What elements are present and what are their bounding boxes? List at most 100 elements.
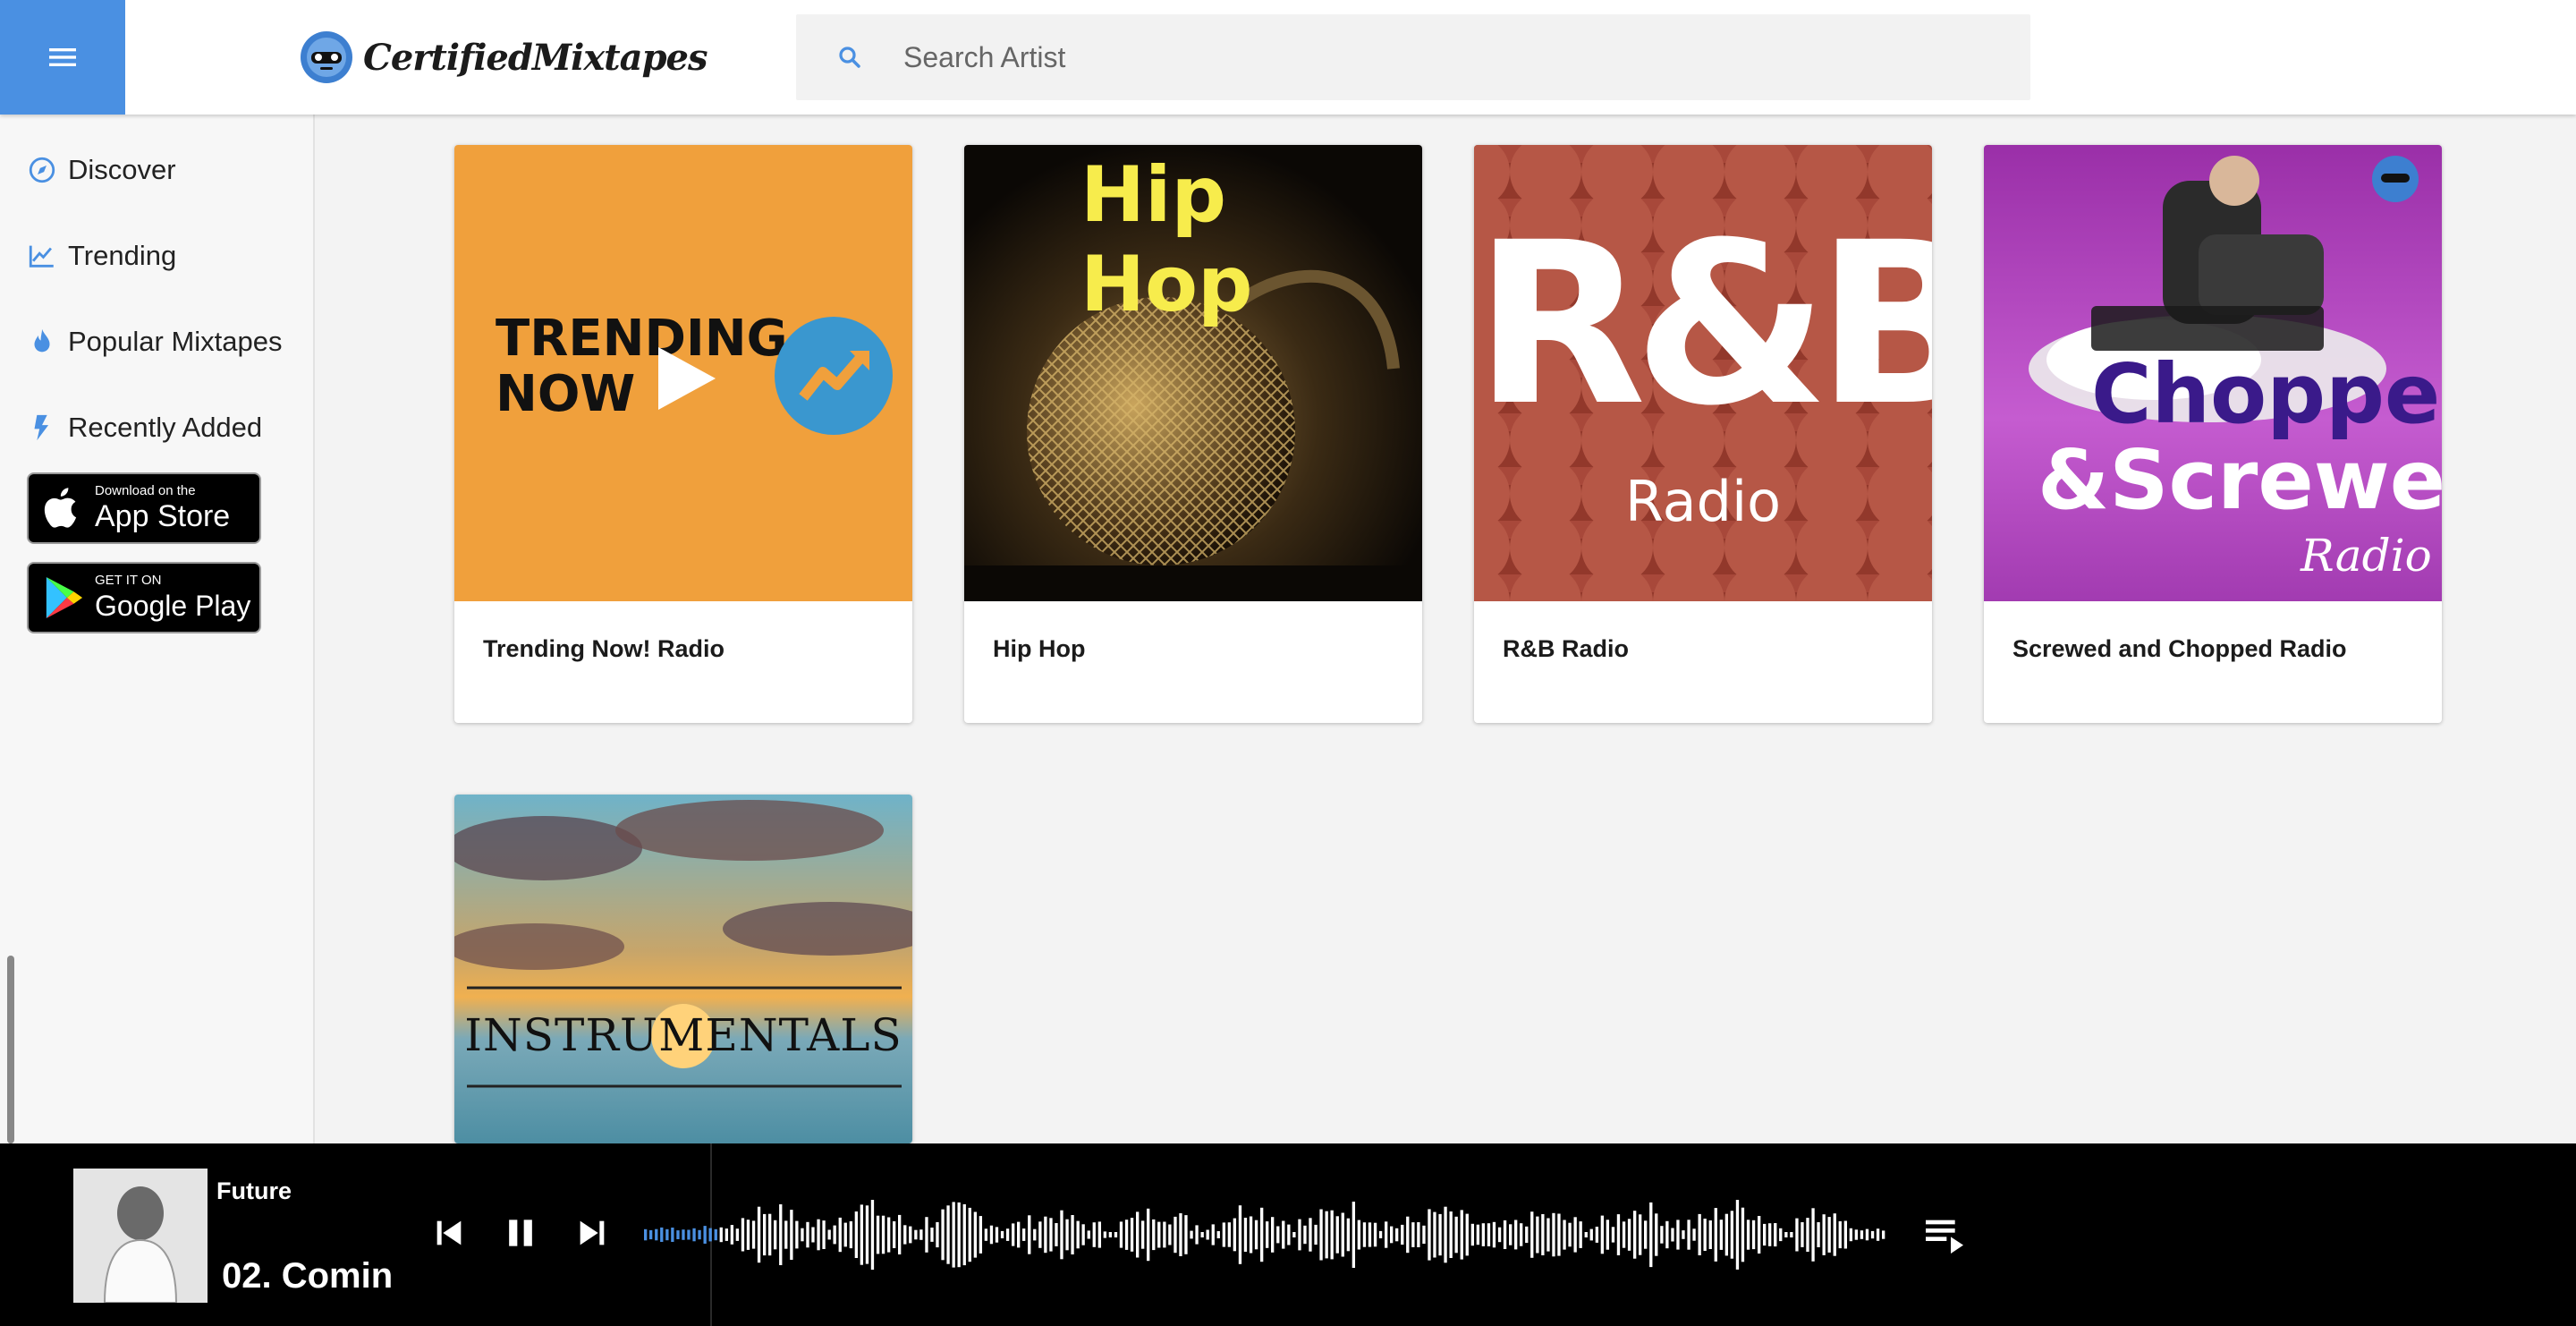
waveform-bar xyxy=(1660,1226,1664,1244)
waveform-bar xyxy=(1136,1211,1140,1258)
station-card-hip-hop[interactable]: Hip Hop Hip Hop xyxy=(964,145,1422,723)
apple-icon xyxy=(44,488,77,528)
station-card-rnb[interactable]: R&B Radio R&B Radio xyxy=(1474,145,1932,723)
waveform-bar xyxy=(1854,1229,1859,1240)
waveform-bar xyxy=(1346,1218,1351,1252)
station-card-trending[interactable]: TRENDING NOW Trending Now! Radio xyxy=(454,145,912,723)
logo-text: CertifiedMixtapes xyxy=(363,36,708,79)
logo-mascot-icon xyxy=(301,31,352,83)
waveform-bar xyxy=(1465,1213,1469,1256)
waveform-bar xyxy=(1698,1213,1701,1255)
sunset-image xyxy=(454,800,912,1088)
waveform-bar xyxy=(962,1203,966,1266)
waveform-bar xyxy=(1492,1221,1496,1248)
waveform-bar xyxy=(1147,1208,1150,1262)
google-play-badge[interactable]: GET IT ON Google Play xyxy=(27,562,261,633)
waveform-bar xyxy=(1055,1223,1058,1246)
waveform-bar xyxy=(1017,1221,1021,1248)
waveform-bar xyxy=(1557,1213,1561,1256)
waveform-bar xyxy=(979,1216,983,1254)
waveform-bar xyxy=(671,1228,674,1242)
app-store-badge[interactable]: Download on the App Store xyxy=(27,472,261,544)
waveform-bar xyxy=(854,1211,859,1258)
waveform-bar xyxy=(1260,1207,1264,1262)
waveform-bar xyxy=(1536,1216,1539,1254)
waveform-bar xyxy=(1811,1208,1815,1262)
pause-button[interactable] xyxy=(494,1206,547,1260)
waveform-bar xyxy=(1509,1224,1513,1245)
waveform-bar xyxy=(1882,1230,1885,1239)
scrollbar-thumb[interactable] xyxy=(7,956,14,1143)
waveform-bar xyxy=(1049,1218,1053,1252)
station-card-instrumentals[interactable]: INSTRUMENTALS xyxy=(454,795,912,1143)
waveform-bar xyxy=(860,1204,864,1265)
waveform-bar xyxy=(811,1227,815,1243)
art-text-trending: TRENDING xyxy=(496,310,788,368)
sidebar-item-label: Popular Mixtapes xyxy=(68,326,283,357)
waveform-bar xyxy=(644,1228,648,1241)
waveform-bar xyxy=(1746,1220,1750,1250)
waveform-bar xyxy=(1714,1208,1717,1262)
previous-button[interactable] xyxy=(422,1206,476,1260)
waveform-bar xyxy=(806,1221,809,1248)
waveform-bar xyxy=(682,1229,685,1240)
station-card-screwed-chopped[interactable]: Chopped &Screwed Radio Screwed and Chopp… xyxy=(1984,145,2442,723)
waveform-bar xyxy=(1481,1223,1486,1246)
waveform-bar xyxy=(779,1204,783,1265)
waveform-bar xyxy=(698,1229,701,1240)
queue-button[interactable] xyxy=(1919,1210,1970,1260)
waveform-bar xyxy=(1378,1230,1383,1238)
waveform-bar xyxy=(649,1229,653,1240)
waveform-bar xyxy=(909,1226,912,1244)
trend-arrow-icon xyxy=(775,317,893,435)
waveform-bar xyxy=(1243,1218,1248,1252)
waveform-seekbar[interactable] xyxy=(644,1190,1887,1279)
sidebar-item-label: Discover xyxy=(68,154,176,185)
sidebar-item-trending[interactable]: Trending xyxy=(27,240,176,272)
waveform-bar xyxy=(1433,1211,1436,1258)
sidebar-item-popular-mixtapes[interactable]: Popular Mixtapes xyxy=(27,326,283,358)
waveform-bar xyxy=(1708,1220,1712,1249)
waveform-bar xyxy=(941,1209,945,1261)
search-icon[interactable] xyxy=(796,14,903,100)
menu-button[interactable] xyxy=(0,0,125,115)
page-scrollbar[interactable] xyxy=(2558,115,2576,1143)
waveform-bar xyxy=(1152,1219,1156,1251)
waveform-bar xyxy=(893,1221,896,1248)
waveform-bar xyxy=(952,1202,955,1268)
waveform-bar xyxy=(1168,1224,1172,1245)
waveform-bar xyxy=(1282,1220,1285,1249)
player-artist[interactable]: Future xyxy=(216,1177,292,1205)
waveform-bar xyxy=(724,1228,729,1241)
waveform-bar xyxy=(1449,1211,1453,1258)
waveform-bar xyxy=(1287,1224,1291,1245)
waveform-bar xyxy=(1254,1220,1258,1250)
waveform-bar xyxy=(1227,1222,1232,1247)
waveform-bar xyxy=(730,1225,734,1245)
waveform-bar xyxy=(655,1228,658,1241)
waveform-bar xyxy=(1589,1228,1593,1241)
waveform-bar xyxy=(1735,1200,1740,1270)
next-button[interactable] xyxy=(565,1206,619,1260)
waveform-bar xyxy=(1395,1228,1399,1242)
waveform-bar xyxy=(1319,1209,1323,1261)
waveform-bar xyxy=(692,1228,696,1242)
waveform-bar xyxy=(1595,1227,1599,1243)
waveform-bar xyxy=(1860,1230,1864,1239)
waveform-bar xyxy=(1801,1222,1804,1247)
sidebar-item-recently-added[interactable]: Recently Added xyxy=(27,412,262,444)
sidebar-item-discover[interactable]: Discover xyxy=(27,154,176,186)
site-logo[interactable]: CertifiedMixtapes xyxy=(299,27,708,88)
card-artwork: TRENDING NOW xyxy=(454,145,912,601)
search-bar[interactable] xyxy=(796,14,2030,100)
art-text-instrumentals: INSTRUMENTALS xyxy=(464,1009,902,1061)
waveform-bar xyxy=(1276,1226,1280,1244)
waveform-bar xyxy=(1520,1223,1523,1246)
waveform-bar xyxy=(1222,1222,1226,1247)
search-input[interactable] xyxy=(903,14,1977,100)
audio-player: Future 02. Comin xyxy=(0,1143,2576,1326)
waveform-bar xyxy=(1611,1227,1615,1243)
waveform-bar xyxy=(1373,1222,1377,1247)
app-store-small: Download on the xyxy=(95,483,196,498)
waveform-bar xyxy=(1174,1216,1177,1254)
